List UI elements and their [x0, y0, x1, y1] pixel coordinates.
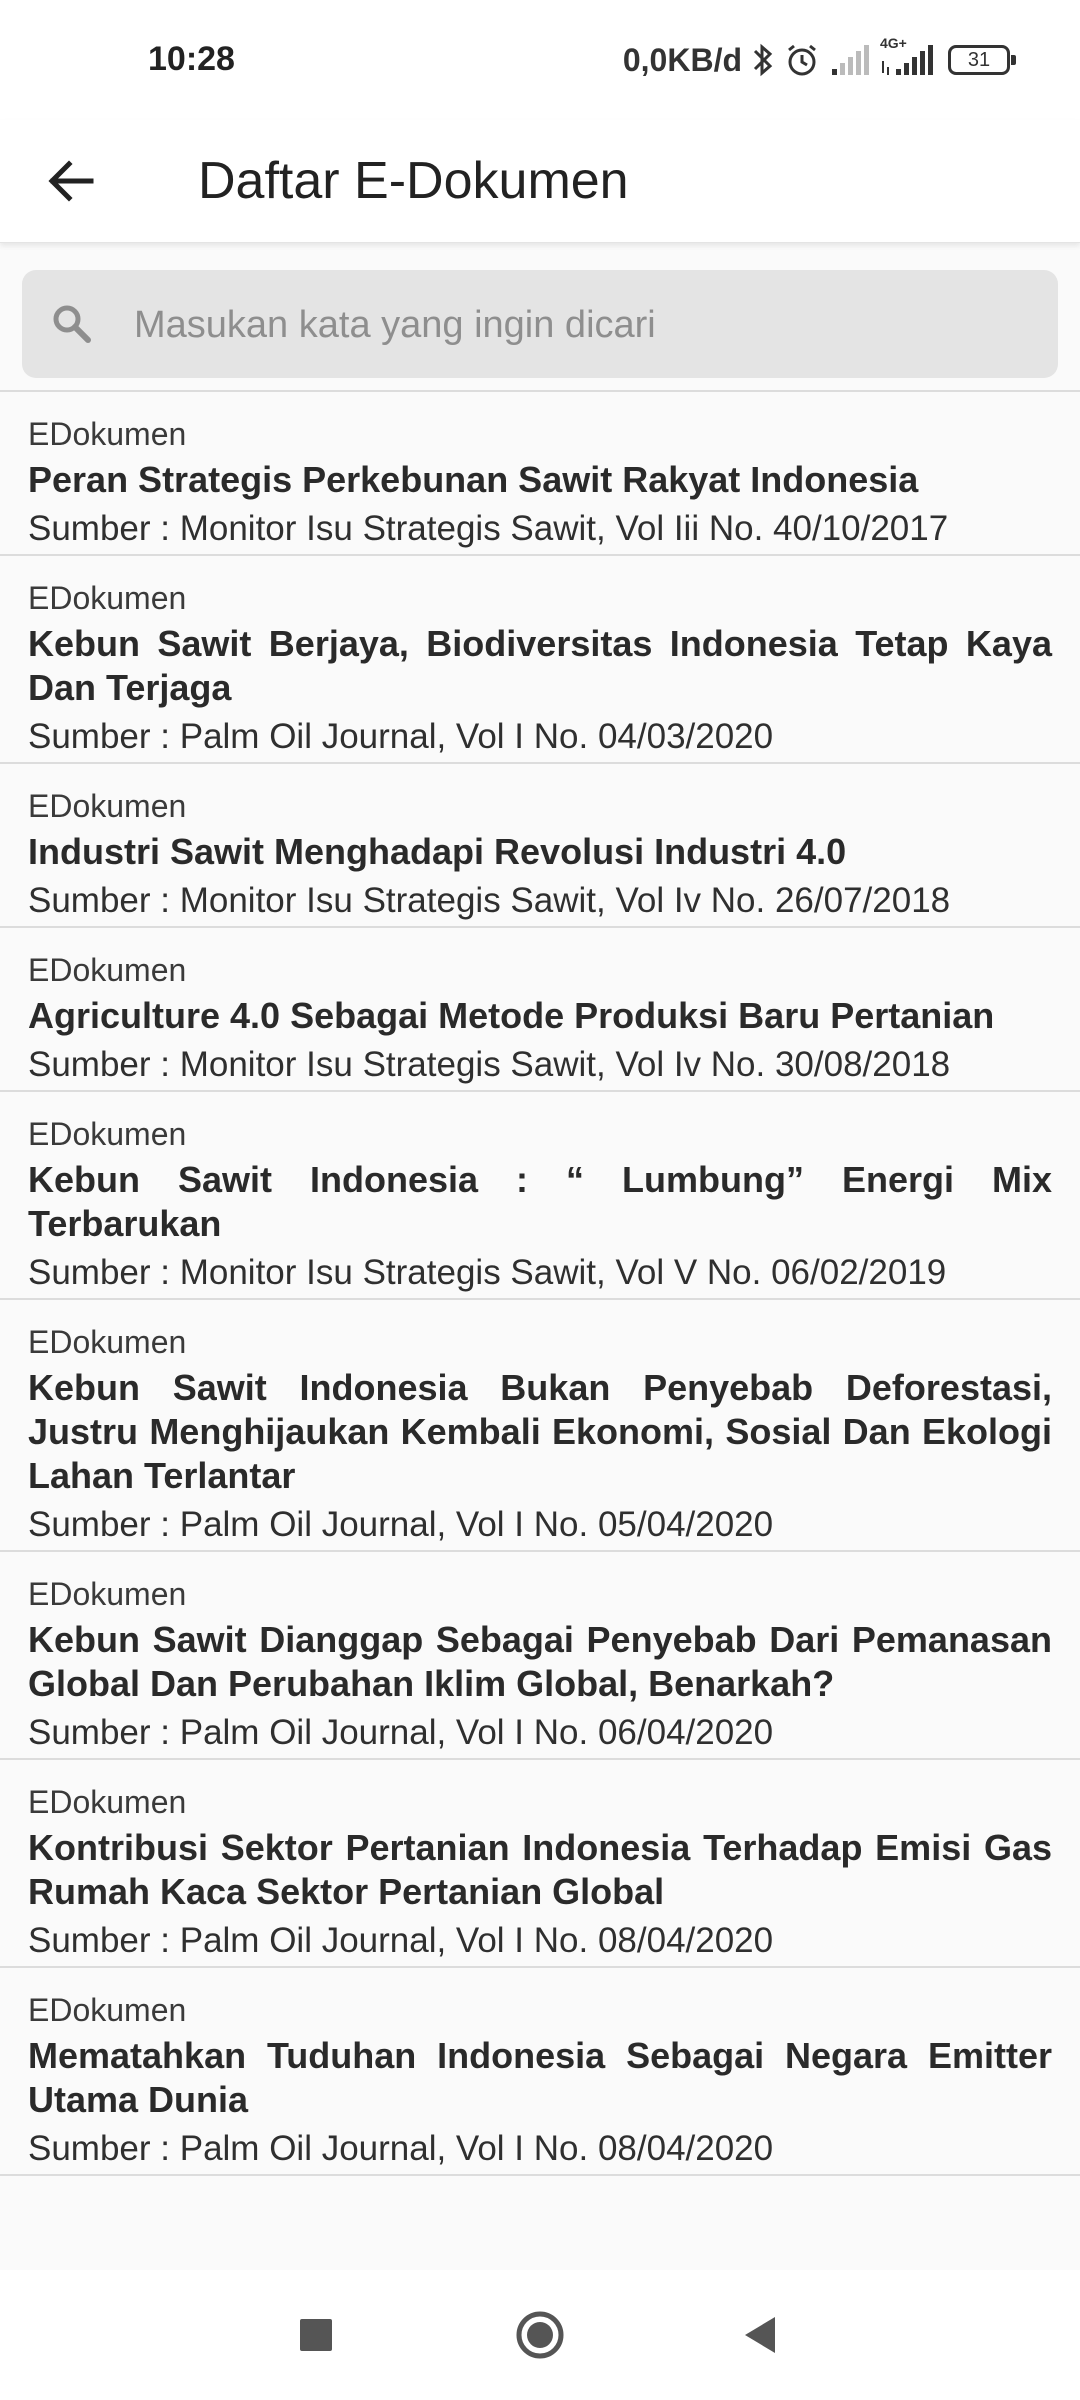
search-icon: [53, 305, 91, 343]
alarm-icon: [784, 42, 820, 78]
search-bar[interactable]: [22, 270, 1058, 380]
network-speed: 0,0KB/d: [622, 41, 742, 78]
home-button[interactable]: [510, 2305, 570, 2365]
document-source: Sumber : Palm Oil Journal, Vol I No. 08/…: [28, 2129, 774, 2168]
document-item[interactable]: EDokumen Kebun Sawit Dianggap Sebagai Pen…: [0, 1552, 1080, 1760]
battery-level: 31: [967, 48, 991, 71]
back-button[interactable]: [30, 140, 112, 222]
document-title: Kebun Sawit Berjaya, Biodiversitas Indon…: [28, 623, 1052, 708]
document-title: Kebun Sawit Indonesia Bukan Penyebab Def…: [28, 1367, 1052, 1496]
signal-weak-icon: [830, 43, 870, 77]
document-item[interactable]: EDokumen Industri Sawit Menghadapi Revolu…: [0, 764, 1080, 928]
document-category: EDokumen: [28, 1576, 187, 1612]
nav-back-button[interactable]: [730, 2305, 790, 2365]
document-source: Sumber : Palm Oil Journal, Vol I No. 06/…: [28, 1713, 774, 1752]
page-title: Daftar E-Dokumen: [198, 152, 629, 210]
status-time: 10:28: [148, 40, 235, 78]
document-list: EDokumen Peran Strategis Perkebunan Sawit…: [0, 392, 1080, 2176]
document-item[interactable]: EDokumen Kontribusi Sektor Pertanian Indo…: [0, 1760, 1080, 1968]
document-item[interactable]: EDokumen Kebun Sawit Berjaya, Biodiversit…: [0, 556, 1080, 764]
document-item[interactable]: EDokumen Mematahkan Tuduhan Indonesia Seb…: [0, 1968, 1080, 2176]
document-source: Sumber : Palm Oil Journal, Vol I No. 08/…: [28, 1921, 774, 1960]
square-recents-icon: [300, 2319, 332, 2351]
document-item[interactable]: EDokumen Agriculture 4.0 Sebagai Metode P…: [0, 928, 1080, 1092]
system-nav-bar: [0, 2270, 1080, 2400]
battery-icon: 31: [948, 45, 1016, 75]
document-title: Peran Strategis Perkebunan Sawit Rakyat …: [28, 459, 919, 500]
document-title: Agriculture 4.0 Sebagai Metode Produksi …: [28, 995, 995, 1036]
search-input[interactable]: [132, 270, 1036, 380]
circle-home-icon: [516, 2311, 564, 2359]
document-category: EDokumen: [28, 1784, 187, 1820]
document-source: Sumber : Monitor Isu Strategis Sawit, Vo…: [28, 1253, 947, 1292]
document-source: Sumber : Monitor Isu Strategis Sawit, Vo…: [28, 1045, 951, 1084]
network-type-label: 4G+: [880, 35, 907, 51]
recents-button[interactable]: [286, 2305, 346, 2365]
document-category: EDokumen: [28, 1116, 187, 1152]
document-source: Sumber : Monitor Isu Strategis Sawit, Vo…: [28, 881, 951, 920]
app-bar: Daftar E-Dokumen: [0, 120, 1080, 243]
document-item[interactable]: EDokumen Peran Strategis Perkebunan Sawit…: [0, 392, 1080, 556]
signal-4g-icon: 4G+: [880, 35, 938, 77]
status-icons: 0,0KB/d 4G+ 31: [622, 35, 1016, 84]
document-item[interactable]: EDokumen Kebun Sawit Indonesia Bukan Peny…: [0, 1300, 1080, 1552]
document-source: Sumber : Monitor Isu Strategis Sawit, Vo…: [28, 509, 949, 548]
document-title: Kebun Sawit Indonesia : “ Lumbung” Energ…: [28, 1159, 1052, 1244]
document-source: Sumber : Palm Oil Journal, Vol I No. 05/…: [28, 1505, 774, 1544]
triangle-back-icon: [745, 2317, 775, 2353]
document-category: EDokumen: [28, 952, 187, 988]
document-title: Kontribusi Sektor Pertanian Indonesia Te…: [28, 1827, 1052, 1912]
document-title: Industri Sawit Menghadapi Revolusi Indus…: [28, 831, 847, 872]
document-item[interactable]: EDokumen Kebun Sawit Indonesia : “ Lumbun…: [0, 1092, 1080, 1300]
document-category: EDokumen: [28, 416, 187, 452]
arrow-left-icon: [48, 160, 94, 202]
status-bar: 10:28 0,0KB/d 4G+ 31: [0, 0, 1080, 120]
document-title: Mematahkan Tuduhan Indonesia Sebagai Neg…: [28, 2035, 1052, 2120]
document-source: Sumber : Palm Oil Journal, Vol I No. 04/…: [28, 717, 774, 756]
document-title: Kebun Sawit Dianggap Sebagai Penyebab Da…: [28, 1619, 1052, 1704]
document-category: EDokumen: [28, 1324, 187, 1360]
document-category: EDokumen: [28, 1992, 187, 2028]
document-category: EDokumen: [28, 580, 187, 616]
document-category: EDokumen: [28, 788, 187, 824]
bluetooth-icon: [752, 42, 774, 78]
